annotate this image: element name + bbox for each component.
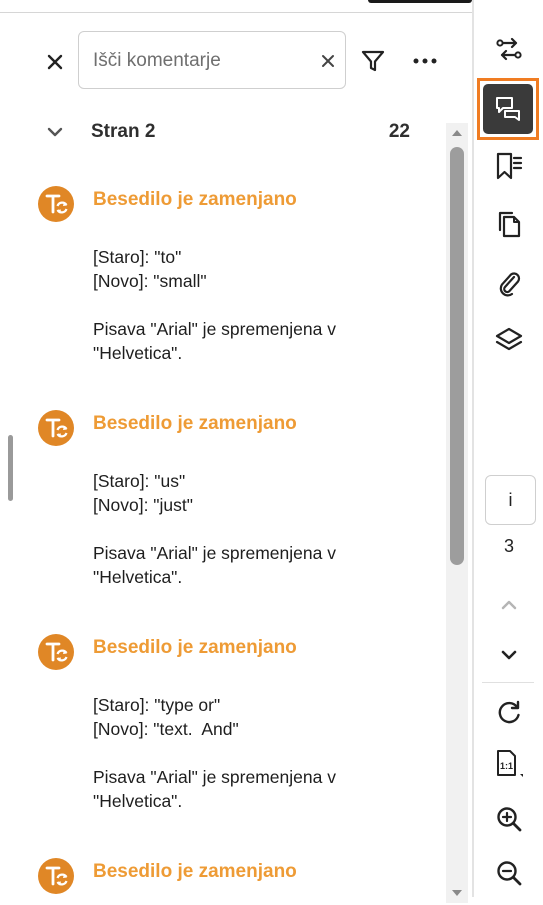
scroll-down-arrow-icon — [452, 890, 462, 896]
pages-button[interactable] — [486, 201, 532, 247]
actual-size-button[interactable]: 1:1 — [486, 741, 532, 787]
new-text-line: [Novo]: "small" — [93, 271, 207, 291]
font-change-line: Pisava "Arial" je spremenjena v — [93, 767, 336, 787]
attachments-button[interactable] — [486, 260, 532, 306]
scroll-thumb[interactable] — [450, 147, 464, 565]
scroll-down-button[interactable] — [446, 885, 468, 901]
page-group-title: Stran 2 — [91, 121, 156, 142]
page-number-input[interactable] — [485, 475, 536, 525]
scroll-up-arrow-icon — [452, 130, 462, 136]
search-input[interactable] — [91, 46, 301, 76]
scroll-up-button[interactable] — [446, 125, 468, 141]
search-box — [78, 31, 346, 89]
comment-item[interactable]: Besedilo je zamenjano — [0, 855, 440, 905]
comment-body: [Staro]: "type or" [Novo]: "text. And" P… — [93, 693, 423, 813]
filter-icon — [361, 50, 385, 72]
bookmarks-button[interactable] — [486, 143, 532, 189]
chevron-down-icon[interactable] — [44, 121, 66, 143]
zoom-out-button[interactable] — [486, 850, 532, 896]
svg-text:1:1: 1:1 — [500, 761, 513, 771]
font-change-line-2: "Helvetica". — [93, 343, 183, 363]
comment-count: 22 — [388, 121, 410, 142]
comment-title: Besedilo je zamenjano — [93, 861, 297, 882]
close-icon — [47, 54, 63, 70]
font-change-line-2: "Helvetica". — [93, 567, 183, 587]
page-group-header[interactable]: Stran 2 22 — [0, 115, 440, 149]
previous-page-button[interactable] — [486, 582, 532, 628]
rail-separator — [482, 682, 534, 683]
comment-title: Besedilo je zamenjano — [93, 413, 297, 434]
compare-icon — [496, 37, 522, 61]
old-text-line: [Staro]: "type or" — [93, 695, 221, 715]
tool-rail: 3 1:1 — [474, 0, 543, 897]
filter-button[interactable] — [358, 45, 388, 77]
font-change-line: Pisava "Arial" je spremenjena v — [93, 543, 336, 563]
font-change-line: Pisava "Arial" je spremenjena v — [93, 319, 336, 339]
font-change-line-2: "Helvetica". — [93, 791, 183, 811]
layers-button[interactable] — [486, 318, 532, 364]
comment-title: Besedilo je zamenjano — [93, 637, 297, 658]
comment-item[interactable]: Besedilo je zamenjano [Staro]: "to" [Nov… — [0, 183, 440, 407]
zoom-out-icon — [497, 861, 522, 886]
text-replace-avatar-icon — [38, 858, 74, 894]
clear-search-button[interactable] — [315, 47, 341, 75]
comment-body: [Staro]: "to" [Novo]: "small" Pisava "Ar… — [93, 245, 423, 365]
comments-toolbar — [0, 31, 472, 91]
old-text-line: [Staro]: "to" — [93, 247, 182, 267]
text-replace-avatar-icon — [38, 410, 74, 446]
top-tab-indicator — [368, 0, 472, 3]
comments-scrollbar[interactable] — [446, 123, 468, 903]
comments-icon — [496, 97, 520, 121]
old-text-line: [Staro]: "us" — [93, 471, 186, 491]
text-replace-avatar-icon — [38, 186, 74, 222]
more-options-button[interactable] — [408, 45, 442, 77]
next-page-button[interactable] — [486, 632, 532, 678]
layers-icon — [495, 327, 523, 351]
rotate-button[interactable] — [486, 690, 532, 736]
compare-button[interactable] — [486, 26, 532, 72]
page-up-icon — [501, 600, 517, 610]
bookmarks-icon — [496, 152, 523, 180]
new-text-line: [Novo]: "just" — [93, 495, 193, 515]
page-down-icon — [501, 650, 517, 660]
comment-title: Besedilo je zamenjano — [93, 189, 297, 210]
more-icon — [413, 58, 437, 64]
comment-body: [Staro]: "us" [Novo]: "just" Pisava "Ari… — [93, 469, 423, 589]
new-text-line: [Novo]: "text. And" — [93, 719, 239, 739]
comment-item[interactable]: Besedilo je zamenjano [Staro]: "type or"… — [0, 631, 440, 855]
zoom-in-button[interactable] — [486, 796, 532, 842]
comments-button[interactable] — [477, 78, 539, 140]
zoom-in-icon — [497, 807, 522, 832]
text-replace-avatar-icon — [38, 634, 74, 670]
page-total: 3 — [503, 536, 514, 556]
copy-pages-icon — [498, 211, 521, 238]
actual-size-icon: 1:1 — [497, 750, 523, 777]
clear-icon — [322, 55, 334, 67]
comments-panel: Stran 2 22 Besedilo je zamenjano [Staro]… — [0, 13, 472, 903]
rotate-icon — [498, 700, 520, 724]
attachments-icon — [499, 272, 521, 297]
comment-item[interactable]: Besedilo je zamenjano [Staro]: "us" [Nov… — [0, 407, 440, 631]
close-panel-button[interactable] — [40, 47, 70, 77]
